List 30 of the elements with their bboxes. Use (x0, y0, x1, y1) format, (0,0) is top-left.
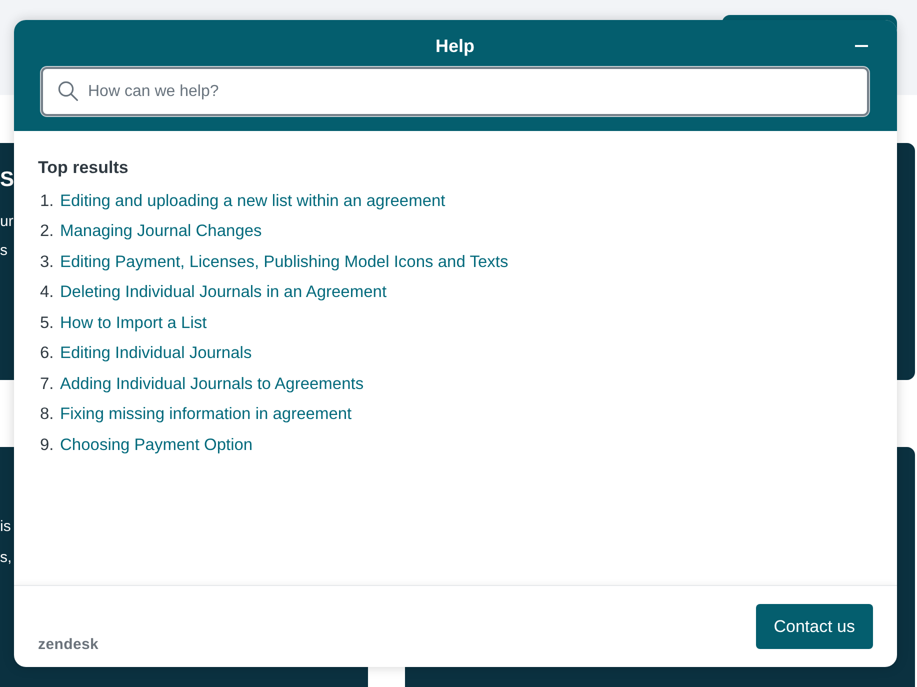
result-number: 7. (39, 374, 55, 395)
result-link[interactable]: Editing Payment, Licenses, Publishing Model Icons and Texts (60, 250, 508, 275)
zendesk-logo: zendesk (38, 637, 99, 653)
result-link[interactable]: Adding Individual Journals to Agreements (60, 372, 364, 397)
result-link[interactable]: Managing Journal Changes (60, 219, 262, 244)
minimize-icon (854, 45, 868, 47)
result-number: 3. (39, 252, 55, 273)
result-number: 5. (39, 312, 55, 334)
result-number: 8. (39, 404, 55, 426)
card-heading: S (0, 167, 14, 193)
result-link[interactable]: Editing Individual Journals (60, 341, 252, 366)
result-number: 2. (39, 221, 55, 242)
result-number: 9. (39, 434, 55, 456)
card-text: ur (0, 212, 14, 232)
result-link[interactable]: Fixing missing information in agreement (60, 402, 352, 428)
result-link[interactable]: Choosing Payment Option (60, 432, 253, 458)
results-heading: Top results (38, 157, 128, 179)
result-number: 4. (39, 282, 55, 304)
contact-us-button[interactable]: Contact us (756, 604, 873, 649)
result-number: 6. (39, 343, 55, 364)
dialog-title: Help (435, 36, 474, 56)
search-field[interactable]: How can we help? (41, 67, 869, 116)
search-icon (58, 81, 78, 101)
result-link[interactable]: How to Import a List (60, 310, 207, 336)
card-text: is (0, 517, 11, 537)
card-text: s, (0, 548, 12, 568)
result-link[interactable]: Editing and uploading a new list within an agreement (60, 188, 446, 214)
card-text: s (0, 241, 8, 261)
result-link[interactable]: Deleting Individual Journals in an Agreement (60, 280, 387, 306)
result-number: 1. (39, 190, 55, 212)
